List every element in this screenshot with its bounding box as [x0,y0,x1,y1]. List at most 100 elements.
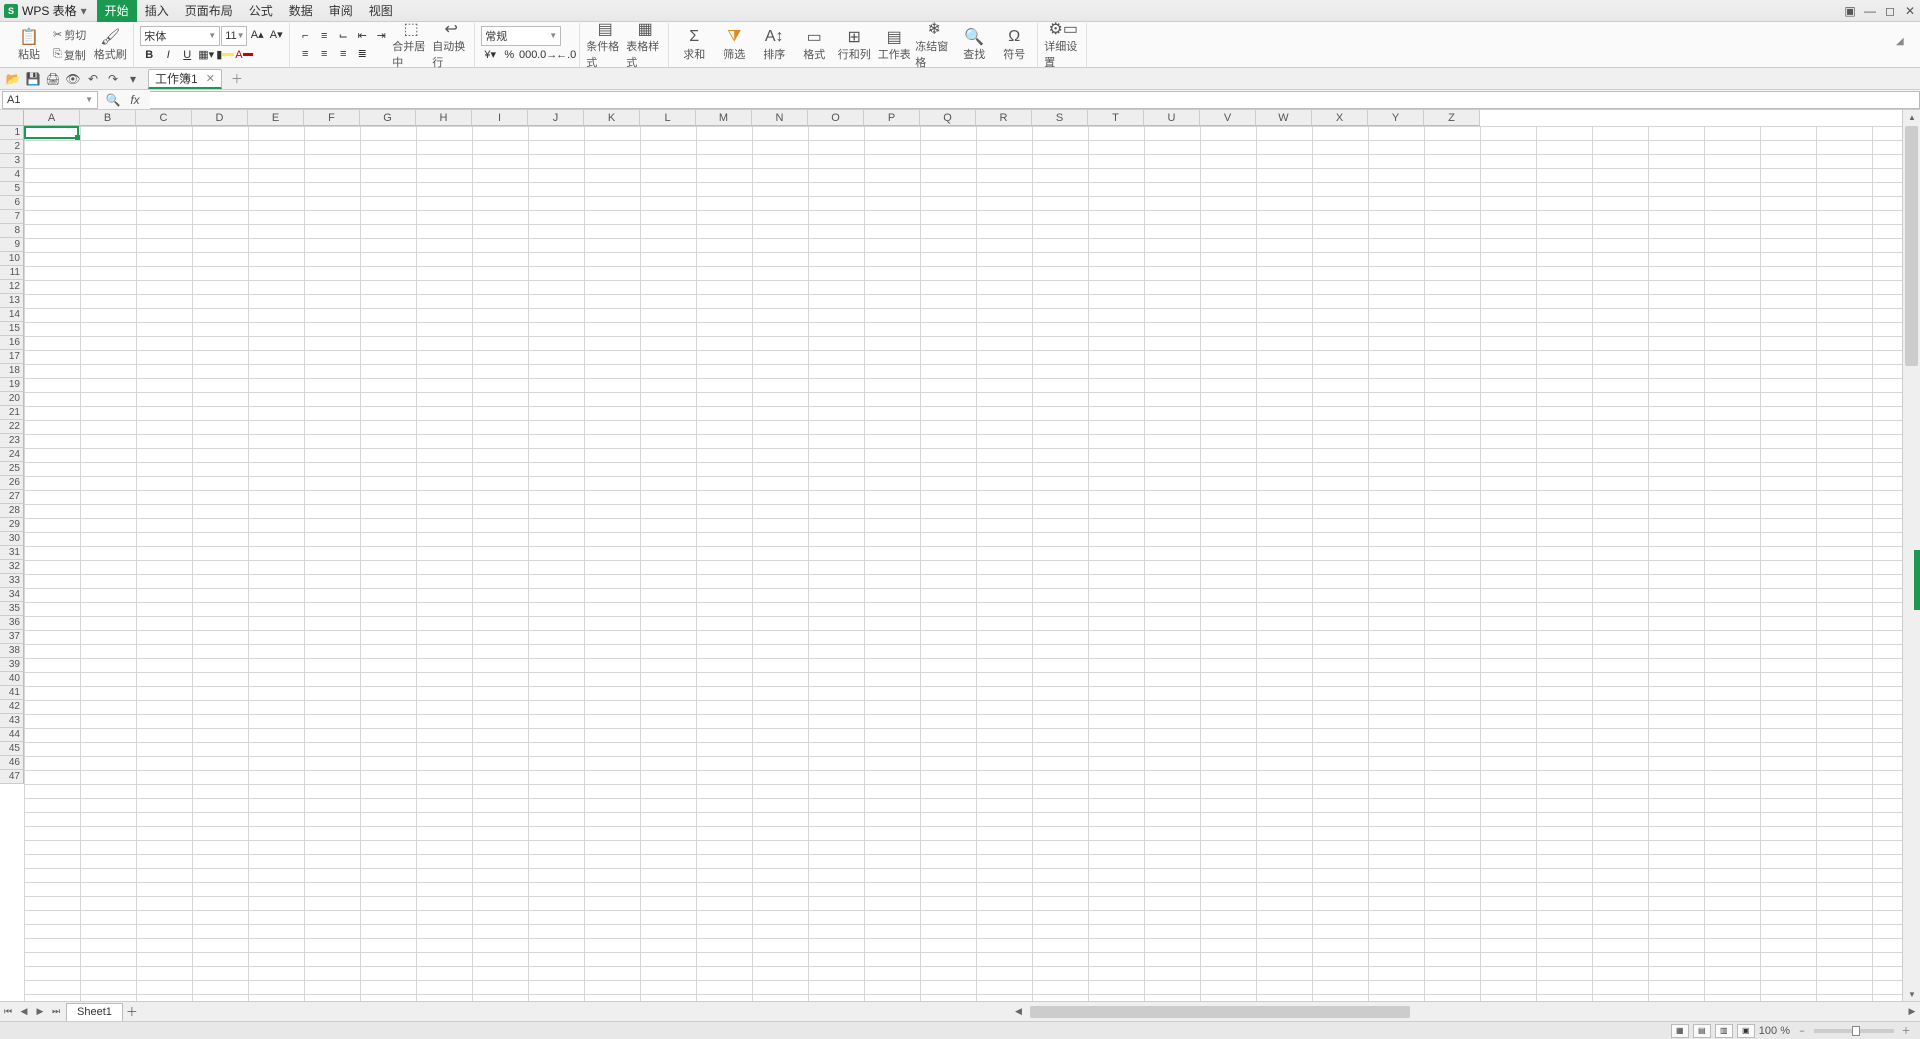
row-header-10[interactable]: 10 [0,252,24,266]
name-box[interactable]: A1 ▼ [2,91,98,109]
hscroll-left-icon[interactable]: ◀ [1010,1004,1026,1020]
row-header-41[interactable]: 41 [0,686,24,700]
redo-icon[interactable]: ↷ [104,70,122,88]
col-header-F[interactable]: F [304,110,360,126]
active-cell[interactable] [24,126,79,139]
col-header-B[interactable]: B [80,110,136,126]
row-header-46[interactable]: 46 [0,756,24,770]
col-header-R[interactable]: R [976,110,1032,126]
menu-数据[interactable]: 数据 [281,0,321,22]
col-header-K[interactable]: K [584,110,640,126]
align-left-icon[interactable]: ≡ [296,45,314,63]
open-icon[interactable]: 📂 [4,70,22,88]
row-header-21[interactable]: 21 [0,406,24,420]
minimize-icon[interactable]: ― [1860,2,1880,20]
indent-increase-icon[interactable]: ⇥ [372,27,390,45]
worksheet-button[interactable]: ▤工作表 [875,25,913,65]
app-menu-dropdown-icon[interactable]: ▾ [81,4,91,18]
conditional-format-button[interactable]: ▤条件格式 [586,25,624,65]
increase-decimal-icon[interactable]: .0→ [538,46,556,64]
sheet-prev-icon[interactable]: ◀ [16,1004,32,1020]
row-header-33[interactable]: 33 [0,574,24,588]
sheet-next-icon[interactable]: ▶ [32,1004,48,1020]
col-header-W[interactable]: W [1256,110,1312,126]
symbol-button[interactable]: Ω符号 [995,25,1033,65]
menu-插入[interactable]: 插入 [137,0,177,22]
col-header-G[interactable]: G [360,110,416,126]
bold-button[interactable]: B [140,46,158,64]
filter-button[interactable]: ⧩筛选 [715,25,753,65]
view-normal-icon[interactable]: ▦ [1671,1024,1689,1038]
row-header-8[interactable]: 8 [0,224,24,238]
row-header-9[interactable]: 9 [0,238,24,252]
percent-icon[interactable]: % [500,46,518,64]
row-header-28[interactable]: 28 [0,504,24,518]
format-button[interactable]: ▭格式 [795,25,833,65]
rowcol-button[interactable]: ⊞行和列 [835,25,873,65]
menu-审阅[interactable]: 审阅 [321,0,361,22]
skin-icon[interactable]: ▣ [1840,2,1860,20]
col-header-I[interactable]: I [472,110,528,126]
row-header-1[interactable]: 1 [0,126,24,140]
close-icon[interactable]: ✕ [1900,2,1920,20]
row-header-29[interactable]: 29 [0,518,24,532]
col-header-U[interactable]: U [1144,110,1200,126]
row-header-47[interactable]: 47 [0,770,24,784]
row-header-20[interactable]: 20 [0,392,24,406]
border-button[interactable]: ▦▾ [197,46,215,64]
row-header-19[interactable]: 19 [0,378,24,392]
col-header-X[interactable]: X [1312,110,1368,126]
col-header-V[interactable]: V [1200,110,1256,126]
row-header-36[interactable]: 36 [0,616,24,630]
wrap-text-button[interactable]: ↩自动换行 [432,25,470,65]
row-header-5[interactable]: 5 [0,182,24,196]
sheet-first-icon[interactable]: ⏮ [0,1004,16,1020]
increase-font-icon[interactable]: A▴ [248,26,266,44]
new-tab-button[interactable]: ＋ [228,70,246,88]
cut-button[interactable]: ✂剪切 [50,25,89,45]
col-header-S[interactable]: S [1032,110,1088,126]
row-header-37[interactable]: 37 [0,630,24,644]
align-middle-icon[interactable]: ≡ [315,27,333,45]
menu-视图[interactable]: 视图 [361,0,401,22]
row-header-22[interactable]: 22 [0,420,24,434]
tab-close-icon[interactable]: ✕ [206,72,215,85]
ribbon-collapse-icon[interactable]: ◢ [1896,36,1914,54]
col-header-A[interactable]: A [24,110,80,126]
underline-button[interactable]: U [178,46,196,64]
col-header-P[interactable]: P [864,110,920,126]
row-header-24[interactable]: 24 [0,448,24,462]
row-header-32[interactable]: 32 [0,560,24,574]
font-name-combo[interactable]: 宋体▼ [140,26,220,46]
hscroll-right-icon[interactable]: ▶ [1904,1004,1920,1020]
col-header-J[interactable]: J [528,110,584,126]
align-top-icon[interactable]: ⌐ [296,27,314,45]
add-sheet-button[interactable]: ＋ [123,1004,141,1020]
row-header-35[interactable]: 35 [0,602,24,616]
scroll-up-icon[interactable]: ▲ [1903,110,1920,124]
menu-开始[interactable]: 开始 [97,0,137,22]
sum-button[interactable]: Σ求和 [675,25,713,65]
row-header-42[interactable]: 42 [0,700,24,714]
maximize-icon[interactable]: ◻ [1880,2,1900,20]
fx-icon[interactable]: fx [126,91,144,109]
col-header-E[interactable]: E [248,110,304,126]
col-header-Z[interactable]: Z [1424,110,1480,126]
quick-dropdown-icon[interactable]: ▾ [124,70,142,88]
col-header-Y[interactable]: Y [1368,110,1424,126]
view-break-icon[interactable]: ▥ [1715,1024,1733,1038]
row-header-23[interactable]: 23 [0,434,24,448]
horizontal-scrollbar[interactable] [1030,1005,1900,1019]
fx-search-icon[interactable]: 🔍 [104,91,122,109]
row-header-3[interactable]: 3 [0,154,24,168]
print-icon[interactable]: 🖨 [44,70,62,88]
col-header-N[interactable]: N [752,110,808,126]
col-header-L[interactable]: L [640,110,696,126]
col-header-Q[interactable]: Q [920,110,976,126]
col-header-D[interactable]: D [192,110,248,126]
align-justify-icon[interactable]: ≣ [353,45,371,63]
zoom-slider[interactable] [1814,1029,1894,1033]
undo-icon[interactable]: ↶ [84,70,102,88]
row-header-16[interactable]: 16 [0,336,24,350]
font-size-combo[interactable]: 11▼ [221,26,247,46]
